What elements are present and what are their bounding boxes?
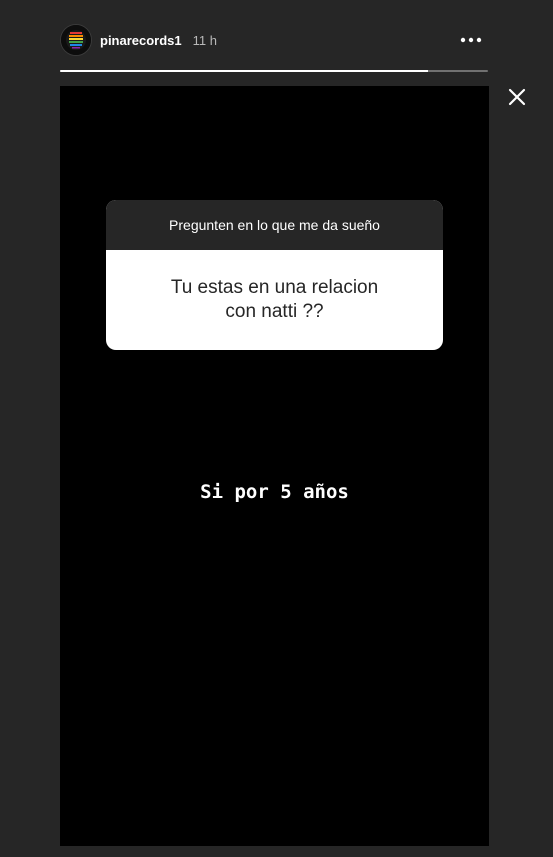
more-options-icon [460,37,482,43]
more-options-button[interactable] [460,30,482,50]
question-text: Tu estas en una relacion con natti ?? [170,277,379,322]
answer-text: Si por 5 años [200,481,349,503]
close-icon [508,88,526,106]
username[interactable]: pinarecords1 [100,33,182,48]
story-progress [60,70,488,73]
story-frame[interactable]: Pregunten en lo que me da sueño Tu estas… [60,86,489,846]
story-viewer: pinarecords1 11 h Pregunten en lo que me… [0,0,553,857]
post-timestamp: 11 h [192,32,217,48]
progress-segment [60,70,488,72]
profile-avatar-icon [61,25,91,55]
question-sticker: Pregunten en lo que me da sueño Tu estas… [106,200,443,350]
close-button[interactable] [506,86,528,108]
progress-fill [60,70,429,72]
profile-avatar[interactable] [60,24,92,56]
story-header: pinarecords1 11 h [60,22,490,58]
question-prompt: Pregunten en lo que me da sueño [106,200,443,250]
